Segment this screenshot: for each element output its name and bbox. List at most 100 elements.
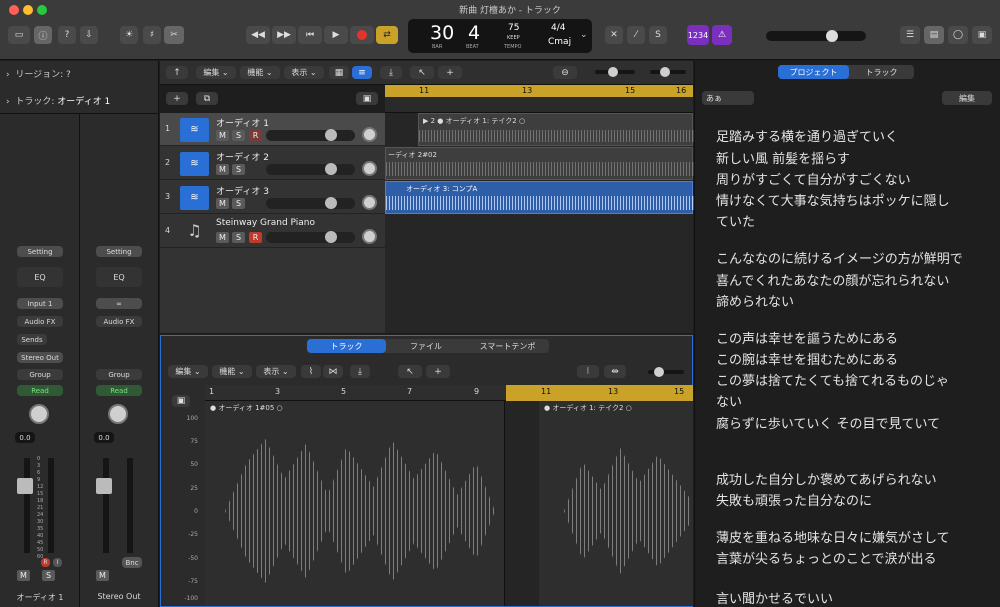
global-tracks-button[interactable]: ▣ — [356, 92, 378, 105]
track-volume-slider[interactable] — [266, 232, 355, 243]
editor-zoom-handle[interactable] — [654, 367, 664, 377]
audio-region-2[interactable]: ーディオ 2#02 — [385, 147, 694, 180]
strip2-group-button[interactable]: Group — [96, 369, 142, 380]
track-mute-button[interactable]: M — [216, 232, 229, 243]
lcd-menu-chevron-icon[interactable]: ⌄ — [580, 30, 588, 40]
track-inspector-header[interactable]: › トラック: オーディオ 1 — [6, 94, 110, 107]
rewind-button[interactable]: ◀◀ — [246, 26, 270, 44]
track-mute-button[interactable]: M — [216, 130, 229, 141]
track-pan-knob[interactable] — [362, 161, 377, 176]
help-button[interactable]: ? — [58, 26, 76, 44]
editor-cycle-range[interactable] — [506, 385, 693, 401]
editor-region-b[interactable]: ● オーディオ 1: テイク2 ○ — [539, 401, 693, 606]
tuner-button[interactable]: ⁄ — [627, 26, 645, 44]
strip2-audio-fx-button[interactable]: Audio FX — [96, 316, 142, 327]
loop-browser-button[interactable]: ◯ — [948, 26, 968, 44]
editor-catch-icon[interactable]: ⤓ — [350, 365, 370, 378]
forward-button[interactable]: ▶▶ — [272, 26, 296, 44]
editor-view-menu[interactable]: 表示 ⌄ — [256, 365, 296, 378]
arrange-area[interactable] — [385, 113, 693, 333]
tracks-view-menu[interactable]: 表示 ⌄ — [284, 66, 324, 79]
go-to-start-button[interactable]: ⏮ — [298, 26, 322, 44]
pointer-tool-icon[interactable]: ↖ — [410, 66, 434, 79]
notepad-tab-track[interactable]: トラック — [849, 65, 914, 79]
notepad-edit-button[interactable]: 編集 — [942, 91, 992, 105]
audio-region-1[interactable]: ▶ 2 ● オーディオ 1: テイク2 ○ — [418, 113, 694, 146]
zoom-window-button[interactable] — [37, 5, 47, 15]
track-name[interactable]: オーディオ 3 — [216, 184, 269, 197]
strip1-automation-button[interactable]: Read — [17, 385, 63, 396]
strip2-bounce-button[interactable]: Bnc — [122, 557, 142, 568]
track-volume-slider[interactable] — [266, 198, 355, 209]
smart-controls-button[interactable]: ☀ — [120, 26, 138, 44]
editor-tab-file[interactable]: ファイル — [386, 339, 466, 353]
metronome-button[interactable]: ⚠ — [712, 25, 732, 45]
library-button[interactable]: ▭ — [8, 26, 30, 44]
track-pan-knob[interactable] — [362, 195, 377, 210]
editor-tab-smart-tempo[interactable]: スマートテンポ — [466, 339, 549, 353]
inspector-button[interactable]: ⓘ — [34, 26, 52, 44]
editors-button[interactable]: ✂ — [164, 26, 184, 44]
track-volume-handle[interactable] — [325, 197, 337, 209]
flex-icon[interactable]: ⌇ — [301, 365, 321, 378]
editor-tab-track[interactable]: トラック — [307, 339, 386, 353]
vertical-zoom-handle[interactable] — [608, 67, 618, 77]
solo-button[interactable]: S — [649, 26, 667, 44]
play-button[interactable]: ▶ — [324, 26, 348, 44]
minimize-window-button[interactable] — [23, 5, 33, 15]
strip1-pan-knob[interactable] — [29, 404, 49, 424]
track-pan-knob[interactable] — [362, 127, 377, 142]
master-volume-handle[interactable] — [826, 30, 838, 42]
list-view-icon[interactable]: ≡ — [352, 66, 372, 79]
strip2-fader-track[interactable] — [103, 458, 109, 553]
close-window-button[interactable] — [9, 5, 19, 15]
track-volume-handle[interactable] — [325, 231, 337, 243]
track-name[interactable]: オーディオ 2 — [216, 150, 269, 163]
strip1-sends-button[interactable]: Sends — [17, 334, 47, 345]
notepad-button[interactable]: ▤ — [924, 26, 944, 44]
track-volume-handle[interactable] — [325, 129, 337, 141]
track-name[interactable]: オーディオ 1 — [216, 116, 269, 129]
region-inspector-header[interactable]: › リージョン: ? — [6, 67, 71, 80]
strip1-eq-button[interactable]: EQ — [17, 267, 63, 287]
strip1-group-button[interactable]: Group — [17, 369, 63, 380]
strip1-output-button[interactable]: Stereo Out — [17, 352, 63, 363]
strip1-solo-button[interactable]: S — [42, 570, 55, 581]
track-record-button[interactable]: R — [249, 130, 262, 141]
strip1-setting-button[interactable]: Setting — [17, 246, 63, 257]
replace-button[interactable]: ✕ — [605, 26, 623, 44]
strip2-setting-button[interactable]: Setting — [96, 246, 142, 257]
track-volume-slider[interactable] — [266, 164, 355, 175]
cycle-range[interactable] — [385, 85, 693, 97]
editor-alt-tool-icon[interactable]: + — [426, 365, 450, 378]
master-volume-slider[interactable] — [766, 31, 866, 41]
track-volume-handle[interactable] — [325, 163, 337, 175]
strip1-input-monitor-button[interactable]: I — [53, 558, 62, 567]
font-button[interactable]: あぁ — [702, 91, 754, 105]
strip2-fader-handle[interactable] — [96, 478, 112, 494]
count-in-button[interactable]: 1234 — [687, 25, 709, 45]
strip1-mute-button[interactable]: M — [17, 570, 30, 581]
strip1-fader-handle[interactable] — [17, 478, 33, 494]
editor-fit-icon[interactable]: ⇹ — [604, 365, 626, 378]
list-editors-button[interactable]: ☰ — [900, 26, 920, 44]
track-solo-button[interactable]: S — [232, 198, 245, 209]
tracks-function-menu[interactable]: 機能 ⌄ — [240, 66, 280, 79]
track-name[interactable]: Steinway Grand Piano — [216, 218, 315, 228]
track-solo-button[interactable]: S — [232, 232, 245, 243]
add-track-button[interactable]: + — [166, 92, 188, 105]
grid-view-icon[interactable]: ▦ — [329, 66, 349, 79]
track-record-button[interactable]: R — [249, 232, 262, 243]
editor-edit-menu[interactable]: 編集 ⌄ — [168, 365, 208, 378]
audio-region-3[interactable]: オーディオ 3: コンプA — [385, 181, 694, 214]
track-solo-button[interactable]: S — [232, 130, 245, 141]
track-mute-button[interactable]: M — [216, 164, 229, 175]
editor-region-a[interactable]: ● オーディオ 1#05 ○ — [205, 401, 505, 606]
strip2-eq-button[interactable]: EQ — [96, 267, 142, 287]
mixer-button[interactable]: ♯ — [143, 26, 161, 44]
cycle-button[interactable]: ⇄ — [376, 26, 398, 44]
waveform-zoom-icon[interactable]: ⊖ — [553, 66, 577, 79]
tracks-edit-menu[interactable]: 編集 ⌄ — [196, 66, 236, 79]
editor-pointer-tool-icon[interactable]: ↖ — [398, 365, 422, 378]
duplicate-track-button[interactable]: ⧉ — [196, 92, 218, 105]
